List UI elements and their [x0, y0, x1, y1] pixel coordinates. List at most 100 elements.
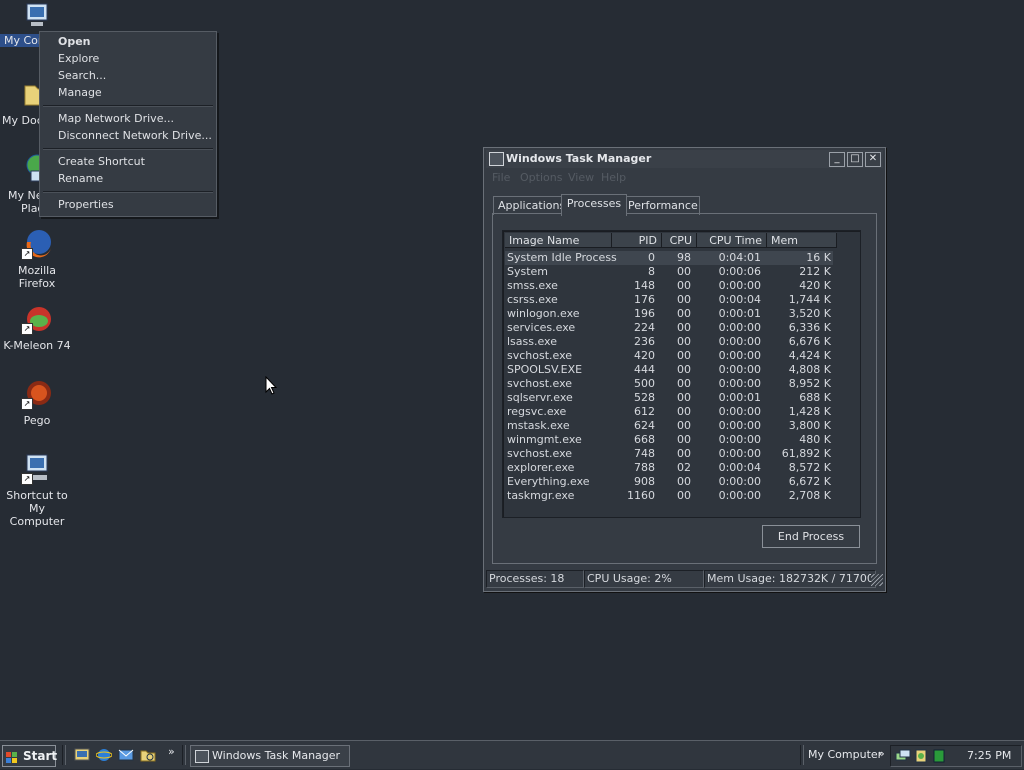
desktop-icon-firefox[interactable]: ↗ Mozilla Firefox [0, 228, 74, 290]
table-row[interactable]: lsass.exe 236 00 0:00:00 6,676 K [505, 335, 833, 349]
menu-item-explore[interactable]: Explore [58, 51, 99, 67]
end-process-button[interactable]: End Process [762, 525, 860, 548]
process-name: winmgmt.exe [507, 433, 582, 446]
menu-options[interactable]: Options [520, 171, 562, 184]
shortcut-arrow-icon: ↗ [21, 248, 33, 260]
table-row[interactable]: svchost.exe 420 00 0:00:00 4,424 K [505, 349, 833, 363]
start-label: Start [23, 749, 58, 763]
process-mem-usage: 212 K [799, 265, 831, 278]
computer-icon [21, 2, 53, 34]
column-header-image-name[interactable]: Image Name [505, 233, 612, 248]
column-header-pid[interactable]: PID [612, 233, 662, 248]
start-button[interactable]: Start [2, 745, 58, 767]
process-cpu: 00 [677, 489, 691, 502]
menu-item-create-shortcut[interactable]: Create Shortcut [58, 154, 145, 170]
table-row[interactable]: System Idle Process 0 98 0:04:01 16 K [505, 251, 833, 265]
table-row[interactable]: svchost.exe 748 00 0:00:00 61,892 K [505, 447, 833, 461]
process-mem-usage: 688 K [799, 391, 831, 404]
table-row[interactable]: services.exe 224 00 0:00:00 6,336 K [505, 321, 833, 335]
show-desktop-icon[interactable] [74, 747, 90, 763]
taskbar-separator [800, 745, 804, 765]
menu-item-open[interactable]: Open [58, 34, 91, 50]
title-bar[interactable]: Windows Task Manager _ □ ✕ [486, 150, 883, 168]
network-tray-icon[interactable] [895, 749, 911, 766]
process-cpu: 00 [677, 475, 691, 488]
process-pid: 176 [634, 293, 655, 306]
process-name: System Idle Process [507, 251, 617, 264]
desktop-icon-kmeleon[interactable]: ↗ K-Meleon 74 [0, 303, 74, 352]
taskbar-button-task-manager[interactable]: Windows Task Manager [190, 745, 350, 767]
table-row[interactable]: winmgmt.exe 668 00 0:00:00 480 K [505, 433, 833, 447]
quick-launch-chevron[interactable]: » [168, 745, 175, 758]
close-button[interactable]: ✕ [865, 152, 881, 167]
table-row[interactable]: sqlservr.exe 528 00 0:00:01 688 K [505, 391, 833, 405]
column-header-mem-usage[interactable]: Mem Usage [767, 233, 837, 262]
process-pid: 528 [634, 391, 655, 404]
app-tray-icon[interactable] [915, 749, 927, 766]
process-pid: 224 [634, 321, 655, 334]
menu-item-properties[interactable]: Properties [58, 197, 114, 213]
taskbar-button-label: Windows Task Manager [212, 749, 341, 762]
table-row[interactable]: svchost.exe 500 00 0:00:00 8,952 K [505, 377, 833, 391]
process-cpu-time: 0:00:01 [718, 307, 761, 320]
shortcut-arrow-icon: ↗ [21, 398, 33, 410]
process-cpu: 00 [677, 307, 691, 320]
task-manager-window: Windows Task Manager _ □ ✕ File Options … [483, 147, 886, 592]
firefox-icon: ↗ [21, 228, 53, 260]
menu-item-disconnect-network-drive[interactable]: Disconnect Network Drive... [58, 128, 212, 144]
menu-item-search[interactable]: Search... [58, 68, 106, 84]
process-cpu: 00 [677, 349, 691, 362]
column-header-cpu-time[interactable]: CPU Time [697, 233, 767, 248]
menu-view[interactable]: View [568, 171, 594, 184]
maximize-button[interactable]: □ [847, 152, 863, 167]
process-cpu-time: 0:00:00 [718, 377, 761, 390]
address-toolbar-label[interactable]: My Computer [808, 745, 882, 765]
taskbar-separator [182, 745, 186, 765]
process-list[interactable]: Image Name PID CPU CPU Time Mem Usage Sy… [502, 230, 861, 518]
table-row[interactable]: System 8 00 0:00:06 212 K [505, 265, 833, 279]
menu-separator [43, 105, 213, 107]
process-cpu-time: 0:00:00 [718, 447, 761, 460]
menu-item-rename[interactable]: Rename [58, 171, 103, 187]
address-toolbar-chevron[interactable]: » [878, 745, 885, 763]
table-row[interactable]: regsvc.exe 612 00 0:00:00 1,428 K [505, 405, 833, 419]
process-pid: 624 [634, 419, 655, 432]
explorer-icon[interactable] [140, 747, 156, 763]
shortcut-arrow-icon: ↗ [21, 473, 33, 485]
desktop-icon-pego[interactable]: ↗ Pego [0, 378, 74, 427]
ie-icon[interactable] [95, 747, 113, 763]
table-row[interactable]: Everything.exe 908 00 0:00:00 6,672 K [505, 475, 833, 489]
process-name: smss.exe [507, 279, 558, 292]
desktop-icon-shortcut-my-computer[interactable]: ↗ Shortcut to My Computer [0, 453, 74, 528]
process-cpu: 00 [677, 433, 691, 446]
green-tray-icon[interactable] [933, 749, 945, 766]
clock[interactable]: 7:25 PM [967, 746, 1011, 766]
table-row[interactable]: smss.exe 148 00 0:00:00 420 K [505, 279, 833, 293]
menu-file[interactable]: File [492, 171, 510, 184]
process-cpu: 00 [677, 321, 691, 334]
table-row[interactable]: winlogon.exe 196 00 0:00:01 3,520 K [505, 307, 833, 321]
menu-item-map-network-drive[interactable]: Map Network Drive... [58, 111, 174, 127]
system-tray: 7:25 PM [890, 745, 1022, 767]
table-row[interactable]: csrss.exe 176 00 0:00:04 1,744 K [505, 293, 833, 307]
table-row[interactable]: taskmgr.exe 1160 00 0:00:00 2,708 K [505, 489, 833, 503]
column-header-cpu[interactable]: CPU [662, 233, 697, 248]
resize-grip-icon[interactable] [871, 574, 883, 586]
taskbar-separator [62, 745, 66, 765]
minimize-button[interactable]: _ [829, 152, 845, 167]
table-row[interactable]: explorer.exe 788 02 0:00:04 8,572 K [505, 461, 833, 475]
desktop-icon-label: Pego [23, 414, 51, 427]
process-mem-usage: 16 K [806, 251, 831, 264]
process-pid: 8 [648, 265, 655, 278]
process-pid: 668 [634, 433, 655, 446]
table-row[interactable]: SPOOLSV.EXE 444 00 0:00:00 4,808 K [505, 363, 833, 377]
process-mem-usage: 420 K [799, 279, 831, 292]
status-cpu-usage: CPU Usage: 2% [584, 570, 704, 588]
process-pid: 908 [634, 475, 655, 488]
outlook-icon[interactable] [118, 747, 134, 763]
menu-item-manage[interactable]: Manage [58, 85, 102, 101]
tab-processes[interactable]: Processes [561, 194, 627, 216]
table-row[interactable]: mstask.exe 624 00 0:00:00 3,800 K [505, 419, 833, 433]
process-cpu: 00 [677, 377, 691, 390]
menu-help[interactable]: Help [601, 171, 626, 184]
